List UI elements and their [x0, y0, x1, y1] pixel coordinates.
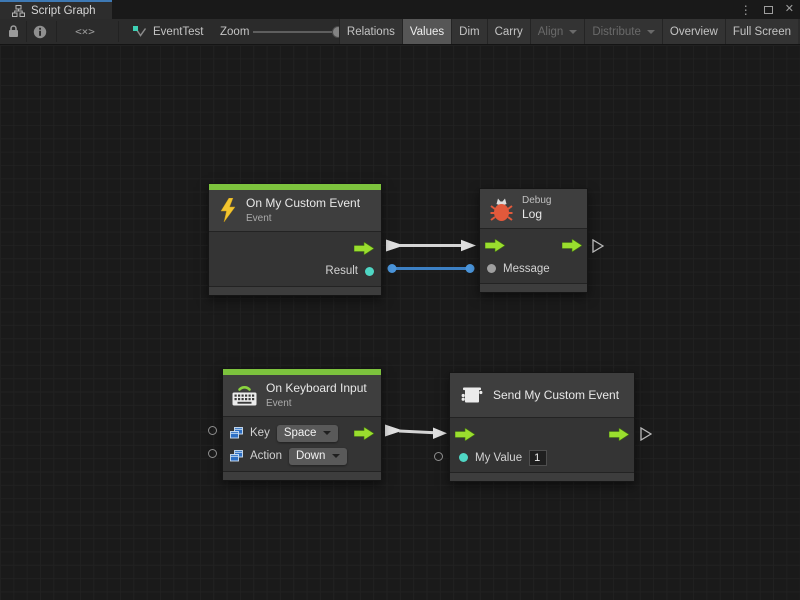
flow-connection-keyboard-to-send[interactable]	[385, 425, 447, 440]
values-button[interactable]: Values	[402, 19, 451, 44]
toolbar-separator	[56, 21, 57, 42]
chevron-down-icon	[332, 454, 340, 458]
node-footer	[223, 471, 381, 480]
tab-title: Script Graph	[31, 5, 96, 17]
graph-asset-icon	[132, 25, 147, 39]
flow-connection-custom-event-to-log[interactable]	[386, 240, 476, 252]
toolbar-separator	[118, 21, 119, 42]
enum-literal-icon	[230, 450, 243, 462]
lightning-icon	[219, 198, 237, 222]
chevron-down-icon	[569, 30, 577, 34]
control-output-port[interactable]	[562, 239, 582, 252]
code-view-button[interactable]: <×>	[70, 19, 100, 44]
value-port-hint	[208, 426, 217, 435]
lock-button[interactable]	[7, 19, 20, 44]
value-connection-result-to-message[interactable]	[388, 264, 475, 273]
chevron-down-icon	[323, 431, 331, 435]
node-send-my-custom-event[interactable]: Send My Custom Event My Value	[449, 372, 635, 482]
keyboard-icon	[231, 383, 258, 407]
flow-arrow-hint	[640, 427, 652, 441]
control-output-port[interactable]	[354, 427, 374, 440]
overview-button[interactable]: Overview	[662, 19, 725, 44]
my-value-port[interactable]	[459, 453, 468, 462]
code-icon: <×>	[75, 25, 95, 38]
node-footer	[450, 472, 634, 481]
flow-arrow-hint	[592, 239, 604, 253]
node-category: Debug	[522, 194, 551, 207]
node-title: On My Custom Event	[246, 196, 360, 212]
enum-literal-icon	[230, 427, 243, 439]
dim-button[interactable]: Dim	[451, 19, 486, 44]
machine-icon	[460, 384, 484, 406]
value-port-hint	[434, 452, 443, 461]
connections-layer	[0, 45, 800, 600]
toolbar-separator	[26, 21, 27, 42]
bug-icon	[490, 196, 513, 222]
info-icon	[33, 25, 47, 39]
node-subtitle: Event	[246, 212, 360, 225]
distribute-button[interactable]: Distribute	[584, 19, 662, 44]
align-button[interactable]: Align	[530, 19, 585, 44]
node-on-my-custom-event[interactable]: On My Custom Event Event Result	[208, 183, 382, 296]
control-input-port[interactable]	[485, 239, 505, 252]
window-titlebar: Script Graph ⋮ ✕	[0, 0, 800, 19]
carry-button[interactable]: Carry	[487, 19, 530, 44]
maximize-icon[interactable]	[764, 1, 773, 19]
close-icon[interactable]: ✕	[785, 4, 794, 15]
node-footer	[480, 283, 587, 292]
tab-script-graph[interactable]: Script Graph	[0, 0, 112, 19]
value-port-hint	[208, 449, 217, 458]
node-on-keyboard-input[interactable]: On Keyboard Input Event Key Space	[222, 368, 382, 481]
message-port-label: Message	[503, 263, 550, 275]
control-output-port[interactable]	[609, 428, 629, 441]
relations-button[interactable]: Relations	[339, 19, 402, 44]
my-value-input[interactable]	[529, 450, 547, 466]
node-title: Send My Custom Event	[493, 388, 619, 402]
graph-name: EventTest	[153, 26, 204, 38]
result-port[interactable]	[365, 267, 374, 276]
message-port[interactable]	[487, 264, 496, 273]
graph-hierarchy-icon	[12, 5, 25, 17]
graph-breadcrumb[interactable]: EventTest	[132, 19, 204, 44]
zoom-label: Zoom	[220, 19, 249, 44]
action-port-label: Action	[250, 450, 282, 462]
menu-icon[interactable]: ⋮	[740, 4, 752, 16]
node-title: Log	[522, 207, 551, 223]
info-button[interactable]	[33, 19, 47, 44]
node-subtitle: Event	[266, 397, 367, 410]
fullscreen-button[interactable]: Full Screen	[725, 19, 798, 44]
zoom-slider-track[interactable]	[253, 31, 343, 33]
node-title: On Keyboard Input	[266, 381, 367, 397]
chevron-down-icon	[647, 30, 655, 34]
graph-canvas[interactable]: On My Custom Event Event Result	[0, 45, 800, 600]
node-footer	[209, 286, 381, 295]
key-port-label: Key	[250, 427, 270, 439]
key-dropdown[interactable]: Space	[277, 425, 339, 442]
result-port-label: Result	[325, 265, 358, 277]
graph-toolbar: <×> EventTest Zoom 1x Relations Values D…	[0, 19, 800, 45]
control-output-port[interactable]	[354, 242, 374, 255]
node-debug-log[interactable]: Debug Log Message	[479, 188, 588, 293]
action-dropdown[interactable]: Down	[289, 448, 347, 465]
lock-icon	[7, 24, 20, 39]
my-value-port-label: My Value	[475, 452, 522, 464]
control-input-port[interactable]	[455, 428, 475, 441]
